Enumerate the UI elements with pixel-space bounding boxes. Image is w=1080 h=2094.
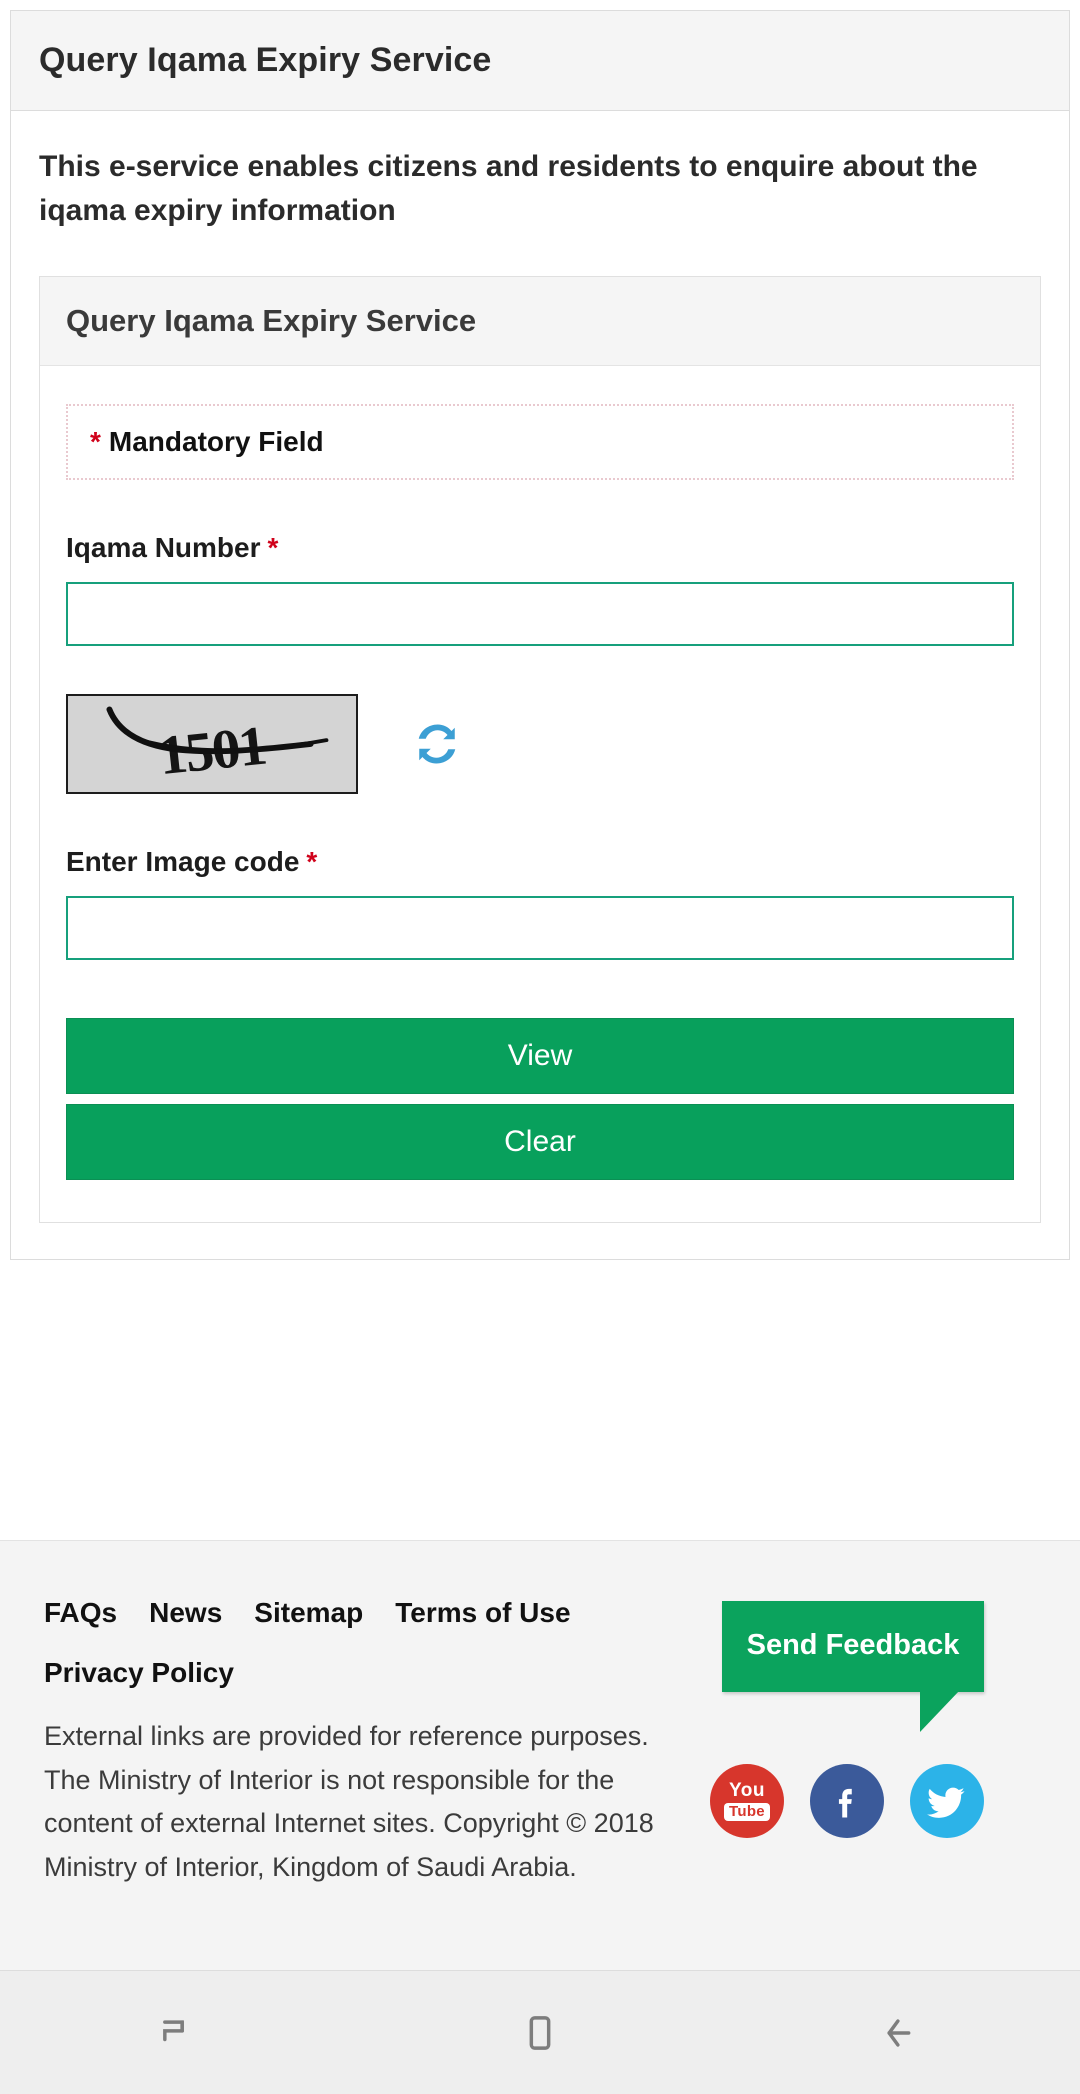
service-panel-body: * Mandatory Field Iqama Number * 1501 En… <box>40 366 1040 1222</box>
twitter-glyph <box>927 1787 965 1818</box>
service-panel: Query Iqama Expiry Service * Mandatory Fi… <box>39 276 1041 1223</box>
required-asterisk: * <box>90 426 101 457</box>
view-button[interactable]: View <box>66 1018 1014 1094</box>
image-code-input[interactable] <box>66 896 1014 960</box>
form-actions: View Clear <box>66 1018 1014 1180</box>
facebook-glyph <box>838 1788 852 1818</box>
clear-button[interactable]: Clear <box>66 1104 1014 1180</box>
iqama-number-field-group: Iqama Number * <box>66 532 1014 646</box>
back-arrow-icon <box>887 2018 911 2047</box>
mandatory-notice-label: Mandatory Field <box>108 426 324 457</box>
mandatory-notice-text: * Mandatory Field <box>90 426 324 457</box>
mandatory-field-notice: * Mandatory Field <box>66 404 1014 480</box>
service-panel-header: Query Iqama Expiry Service <box>40 277 1040 366</box>
required-asterisk: * <box>267 532 279 563</box>
iqama-number-input[interactable] <box>66 582 1014 646</box>
facebook-icon[interactable] <box>810 1764 884 1838</box>
app-root: Query Iqama Expiry Service This e-servic… <box>0 0 1080 2094</box>
home-button[interactable] <box>470 1971 610 2094</box>
iqama-number-label: Iqama Number * <box>66 532 1014 564</box>
refresh-icon <box>418 724 456 764</box>
service-panel-title: Query Iqama Expiry Service <box>66 303 477 338</box>
image-code-field-group: Enter Image code * <box>66 846 1014 960</box>
recents-button[interactable] <box>110 1971 250 2094</box>
page-card: Query Iqama Expiry Service This e-servic… <box>10 10 1070 1260</box>
footer-disclaimer: External links are provided for referenc… <box>44 1721 654 1883</box>
page-footer: FAQs News Sitemap Terms of Use Privacy P… <box>0 1540 1080 1970</box>
back-button[interactable] <box>830 1971 970 2094</box>
footer-inner: FAQs News Sitemap Terms of Use Privacy P… <box>44 1597 1036 1890</box>
footer-link-privacy-policy[interactable]: Privacy Policy <box>44 1657 234 1689</box>
iqama-number-label-text: Iqama Number <box>66 532 261 563</box>
send-feedback-button[interactable]: Send Feedback <box>722 1601 984 1732</box>
twitter-icon[interactable] <box>910 1764 984 1838</box>
captcha-image: 1501 <box>66 694 358 794</box>
image-code-label: Enter Image code * <box>66 846 1014 878</box>
service-description: This e-service enables citizens and resi… <box>39 150 978 227</box>
footer-link-news[interactable]: News <box>149 1597 222 1629</box>
youtube-label-bottom: Tube <box>724 1802 770 1822</box>
captcha-refresh-button[interactable] <box>404 711 470 777</box>
captcha-graphic: 1501 <box>68 696 356 792</box>
android-navigation-bar <box>0 1970 1080 2094</box>
youtube-glyph: You Tube <box>724 1781 770 1822</box>
social-links: You Tube <box>710 1764 984 1838</box>
page-header: Query Iqama Expiry Service <box>11 11 1069 111</box>
footer-link-faqs[interactable]: FAQs <box>44 1597 117 1629</box>
footer-links-row-primary: FAQs News Sitemap Terms of Use <box>44 1597 684 1629</box>
footer-link-terms-of-use[interactable]: Terms of Use <box>395 1597 570 1629</box>
content-spacer <box>0 1260 1080 1540</box>
footer-links-row-secondary: Privacy Policy <box>44 1657 684 1689</box>
footer-right-column: Send Feedback You Tube <box>684 1597 984 1890</box>
page-body: This e-service enables citizens and resi… <box>11 111 1069 1259</box>
home-icon <box>529 2015 551 2050</box>
recents-icon <box>163 2019 184 2041</box>
youtube-icon[interactable]: You Tube <box>710 1764 784 1838</box>
image-code-label-text: Enter Image code <box>66 846 300 877</box>
page-title: Query Iqama Expiry Service <box>39 41 492 79</box>
footer-left-column: FAQs News Sitemap Terms of Use Privacy P… <box>44 1597 684 1890</box>
footer-link-sitemap[interactable]: Sitemap <box>254 1597 363 1629</box>
required-asterisk: * <box>306 846 318 877</box>
send-feedback-label: Send Feedback <box>746 1629 960 1661</box>
youtube-label-top: You <box>729 1779 765 1801</box>
captcha-row: 1501 <box>66 694 1014 794</box>
